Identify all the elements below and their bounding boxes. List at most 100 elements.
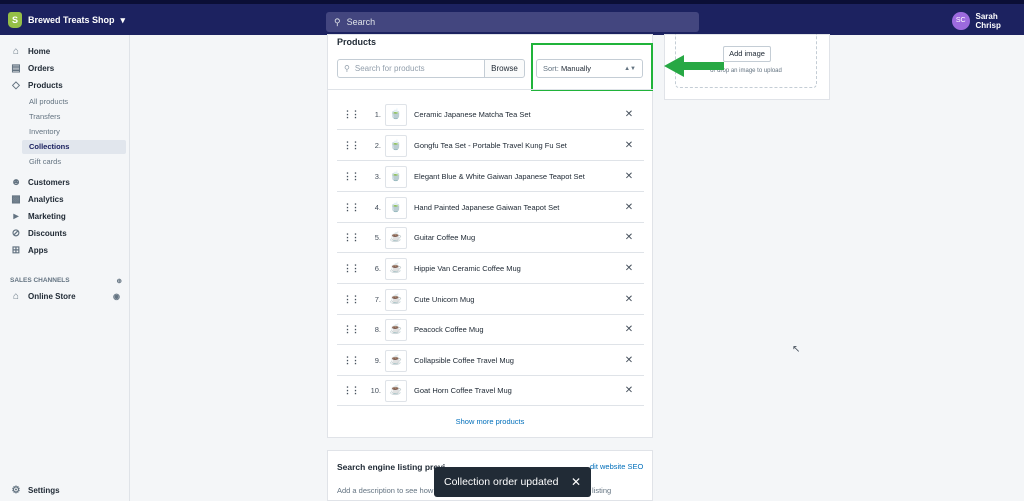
row-number: 10. bbox=[370, 386, 381, 395]
remove-icon[interactable]: ✕ bbox=[614, 109, 644, 120]
sidebar-item-products[interactable]: ◇ Products bbox=[0, 78, 128, 93]
product-name[interactable]: Hand Painted Japanese Gaiwan Teapot Set bbox=[414, 203, 614, 212]
product-name[interactable]: Cute Unicorn Mug bbox=[414, 295, 614, 304]
remove-icon[interactable]: ✕ bbox=[614, 324, 644, 335]
product-thumbnail: ☕ bbox=[385, 288, 407, 311]
table-row[interactable]: ⋮⋮ 6. ☕ Hippie Van Ceramic Coffee Mug ✕ bbox=[337, 254, 644, 284]
product-thumbnail: 🍵 bbox=[385, 134, 407, 157]
edit-seo-link[interactable]: dit website SEO bbox=[590, 462, 643, 471]
table-row[interactable]: ⋮⋮ 8. ☕ Peacock Coffee Mug ✕ bbox=[337, 315, 644, 345]
product-name[interactable]: Gongfu Tea Set - Portable Travel Kung Fu… bbox=[414, 141, 614, 150]
sidebar-sub-all-products[interactable]: All products bbox=[22, 95, 126, 109]
row-number: 7. bbox=[374, 295, 381, 304]
product-name[interactable]: Ceramic Japanese Matcha Tea Set bbox=[414, 110, 614, 119]
remove-icon[interactable]: ✕ bbox=[614, 294, 644, 305]
product-thumbnail: ☕ bbox=[385, 226, 407, 249]
row-number: 6. bbox=[374, 264, 381, 273]
sidebar-item-discounts[interactable]: ⊘ Discounts bbox=[0, 226, 128, 241]
table-row[interactable]: ⋮⋮ 3. 🍵 Elegant Blue & White Gaiwan Japanes… bbox=[337, 162, 644, 192]
sidebar: ⌂ Home ▤ Orders ◇ Products All products Tra… bbox=[0, 35, 130, 501]
drag-handle-icon[interactable]: ⋮⋮ bbox=[337, 109, 365, 120]
sidebar-sub-inventory[interactable]: Inventory bbox=[22, 125, 126, 139]
sidebar-item-analytics[interactable]: ▩ Analytics bbox=[0, 192, 128, 207]
seo-description: Add a description to see how bbox=[337, 486, 434, 495]
remove-icon[interactable]: ✕ bbox=[614, 385, 644, 396]
sidebar-item-orders[interactable]: ▤ Orders bbox=[0, 61, 128, 76]
user-menu[interactable]: SC Sarah Chrisp bbox=[952, 12, 1024, 30]
row-number: 3. bbox=[374, 172, 381, 181]
sidebar-item-label: Customers bbox=[28, 178, 70, 187]
sidebar-item-online-store[interactable]: ⌂ Online Store ◉ bbox=[0, 289, 128, 304]
sidebar-item-label: Apps bbox=[28, 246, 48, 255]
chevron-down-icon: ▾ bbox=[120, 14, 126, 25]
table-row[interactable]: ⋮⋮ 4. 🍵 Hand Painted Japanese Gaiwan Teapot… bbox=[337, 193, 644, 223]
drag-handle-icon[interactable]: ⋮⋮ bbox=[337, 263, 365, 274]
eye-icon[interactable]: ◉ bbox=[113, 292, 120, 301]
drag-handle-icon[interactable]: ⋮⋮ bbox=[337, 202, 365, 213]
row-number: 4. bbox=[374, 203, 381, 212]
show-more-products-link[interactable]: Show more products bbox=[327, 417, 653, 426]
close-icon[interactable]: ✕ bbox=[571, 475, 581, 489]
remove-icon[interactable]: ✕ bbox=[614, 355, 644, 366]
remove-icon[interactable]: ✕ bbox=[614, 202, 644, 213]
remove-icon[interactable]: ✕ bbox=[614, 232, 644, 243]
shop-name: Brewed Treats Shop bbox=[28, 15, 115, 25]
seo-title: Search engine listing previ bbox=[337, 462, 446, 472]
table-row[interactable]: ⋮⋮ 9. ☕ Collapsible Coffee Travel Mug ✕ bbox=[337, 346, 644, 376]
sidebar-item-customers[interactable]: ☻ Customers bbox=[0, 175, 128, 190]
product-name[interactable]: Peacock Coffee Mug bbox=[414, 325, 614, 334]
table-row[interactable]: ⋮⋮ 5. ☕ Guitar Coffee Mug ✕ bbox=[337, 223, 644, 253]
drag-handle-icon[interactable]: ⋮⋮ bbox=[337, 355, 365, 366]
drag-handle-icon[interactable]: ⋮⋮ bbox=[337, 171, 365, 182]
search-placeholder: Search bbox=[346, 17, 376, 27]
table-row[interactable]: ⋮⋮ 1. 🍵 Ceramic Japanese Matcha Tea Set ✕ bbox=[337, 100, 644, 130]
product-name[interactable]: Goat Horn Coffee Travel Mug bbox=[414, 386, 614, 395]
remove-icon[interactable]: ✕ bbox=[614, 171, 644, 182]
product-search-input[interactable]: ⚲ Search for products bbox=[337, 59, 485, 78]
shop-switcher[interactable]: S Brewed Treats Shop ▾ bbox=[8, 12, 125, 28]
product-name[interactable]: Collapsible Coffee Travel Mug bbox=[414, 356, 614, 365]
sidebar-sub-transfers[interactable]: Transfers bbox=[22, 110, 126, 124]
product-name[interactable]: Elegant Blue & White Gaiwan Japanese Tea… bbox=[414, 172, 614, 181]
product-thumbnail: ☕ bbox=[385, 257, 407, 280]
sidebar-item-label: Online Store bbox=[28, 292, 76, 301]
sidebar-item-label: Products bbox=[28, 81, 63, 90]
sidebar-item-apps[interactable]: ⊞ Apps bbox=[0, 243, 128, 258]
search-icon: ⚲ bbox=[344, 64, 350, 73]
drag-handle-icon[interactable]: ⋮⋮ bbox=[337, 385, 365, 396]
sidebar-sub-collections[interactable]: Collections bbox=[22, 140, 126, 154]
shopify-logo-icon: S bbox=[8, 12, 22, 28]
drag-handle-icon[interactable]: ⋮⋮ bbox=[337, 140, 365, 151]
sidebar-item-settings[interactable]: ⚙ Settings bbox=[0, 483, 128, 498]
person-icon: ☻ bbox=[10, 176, 22, 188]
global-search-input[interactable]: ⚲ Search bbox=[326, 12, 699, 32]
apps-icon: ⊞ bbox=[11, 244, 21, 256]
sidebar-sub-gift-cards[interactable]: Gift cards bbox=[22, 155, 126, 169]
remove-icon[interactable]: ✕ bbox=[614, 140, 644, 151]
row-number: 5. bbox=[374, 233, 381, 242]
sidebar-item-label: Settings bbox=[28, 486, 60, 495]
gear-icon: ⚙ bbox=[11, 484, 21, 496]
discount-icon: ⊘ bbox=[11, 227, 21, 239]
table-row[interactable]: ⋮⋮ 2. 🍵 Gongfu Tea Set - Portable Travel Ku… bbox=[337, 131, 644, 161]
browse-button[interactable]: Browse bbox=[484, 59, 525, 78]
add-channel-icon[interactable]: ⊕ bbox=[117, 277, 122, 285]
highlight-box bbox=[531, 43, 653, 91]
product-name[interactable]: Guitar Coffee Mug bbox=[414, 233, 614, 242]
drag-handle-icon[interactable]: ⋮⋮ bbox=[337, 324, 365, 335]
product-name[interactable]: Hippie Van Ceramic Coffee Mug bbox=[414, 264, 614, 273]
table-row[interactable]: ⋮⋮ 7. ☕ Cute Unicorn Mug ✕ bbox=[337, 285, 644, 315]
avatar: SC bbox=[952, 12, 970, 30]
mouse-cursor-icon: ↖ bbox=[792, 344, 801, 355]
user-name: Sarah Chrisp bbox=[975, 12, 1001, 30]
drag-handle-icon[interactable]: ⋮⋮ bbox=[337, 294, 365, 305]
sidebar-item-marketing[interactable]: ▸ Marketing bbox=[0, 209, 128, 224]
add-image-button[interactable]: Add image bbox=[723, 46, 771, 62]
sidebar-item-label: Orders bbox=[28, 64, 55, 73]
drag-handle-icon[interactable]: ⋮⋮ bbox=[337, 232, 365, 243]
remove-icon[interactable]: ✕ bbox=[614, 263, 644, 274]
table-row[interactable]: ⋮⋮ 10. ☕ Goat Horn Coffee Travel Mug ✕ bbox=[337, 376, 644, 406]
sidebar-item-label: Marketing bbox=[28, 212, 66, 221]
megaphone-icon: ▸ bbox=[13, 210, 19, 222]
sidebar-item-home[interactable]: ⌂ Home bbox=[0, 44, 128, 59]
